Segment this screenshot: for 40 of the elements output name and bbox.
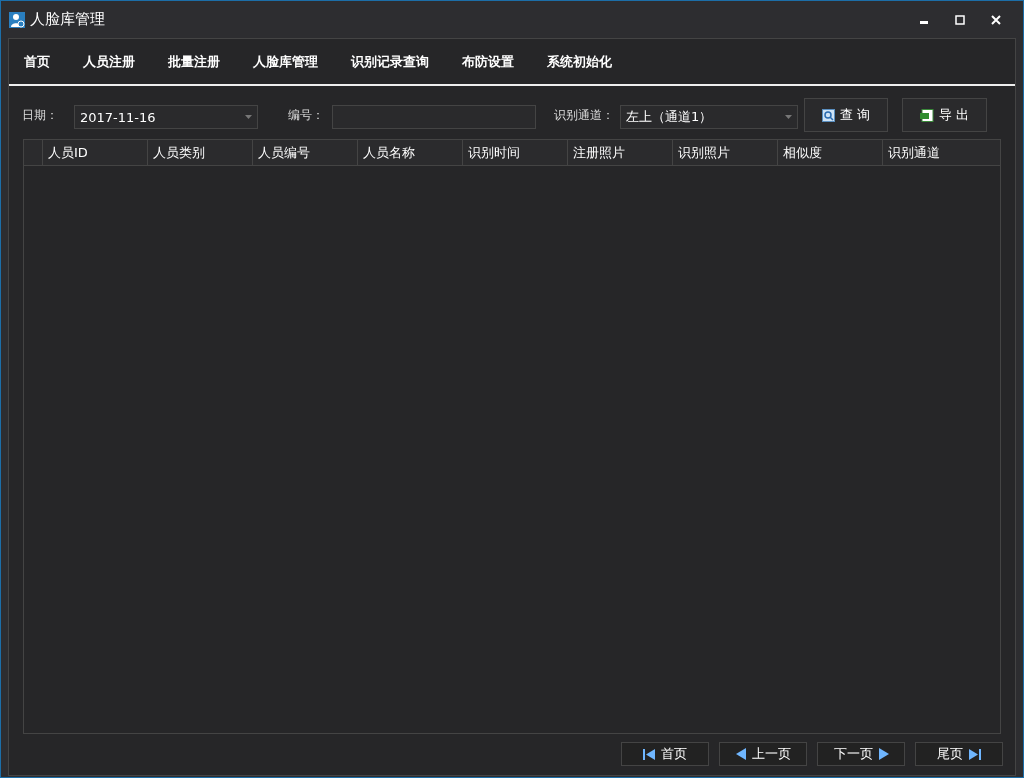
- channel-label: 识别通道：: [554, 106, 615, 124]
- page-button[interactable]: 首页: [621, 742, 709, 766]
- search-icon: [822, 108, 835, 122]
- nav-tab[interactable]: 系统初始化: [547, 52, 612, 71]
- column-header[interactable]: 人员编号: [253, 140, 358, 165]
- spreadsheet-icon: [920, 108, 935, 122]
- column-header[interactable]: 人员ID: [43, 140, 148, 165]
- left-triangle-icon: [735, 748, 746, 760]
- nav-tab[interactable]: 首页: [24, 52, 50, 71]
- page-button[interactable]: 上一页: [719, 742, 807, 766]
- nav-tab[interactable]: 布防设置: [462, 52, 514, 71]
- export-button[interactable]: 导 出: [902, 98, 988, 132]
- page-button[interactable]: 下一页: [817, 742, 905, 766]
- caret-icon: [245, 115, 252, 119]
- channel-dropdown[interactable]: 左上（通道1）: [620, 105, 798, 129]
- caret-icon: [785, 115, 792, 119]
- date-picker[interactable]: 2017-11-16: [74, 105, 258, 129]
- nav-tab[interactable]: 人员注册: [83, 52, 135, 71]
- column-header[interactable]: 识别照片: [673, 140, 778, 165]
- nav-tab[interactable]: 人脸库管理: [253, 52, 318, 71]
- number-label: 编号：: [288, 106, 325, 124]
- column-header[interactable]: 识别时间: [463, 140, 568, 165]
- column-header[interactable]: 人员名称: [358, 140, 463, 165]
- page-button[interactable]: 尾页: [915, 742, 1003, 766]
- query-button[interactable]: 查 询: [804, 98, 889, 132]
- column-header[interactable]: 相似度: [778, 140, 883, 165]
- right-triangle-icon: [878, 748, 889, 760]
- nav-tab[interactable]: 批量注册: [168, 52, 220, 71]
- date-label: 日期：: [22, 106, 59, 124]
- number-field[interactable]: [332, 105, 536, 129]
- maximize-icon[interactable]: [955, 14, 965, 25]
- nav-tab[interactable]: 识别记录查询: [351, 52, 429, 71]
- column-header[interactable]: 注册照片: [568, 140, 673, 165]
- user-icon: [9, 11, 25, 28]
- column-header[interactable]: 识别通道: [883, 140, 1000, 165]
- column-header[interactable]: 人员类别: [148, 140, 253, 165]
- close-icon[interactable]: [991, 14, 1001, 25]
- window-title: 人脸库管理: [30, 10, 105, 29]
- skip-start-icon: [643, 748, 655, 760]
- skip-end-icon: [969, 748, 981, 760]
